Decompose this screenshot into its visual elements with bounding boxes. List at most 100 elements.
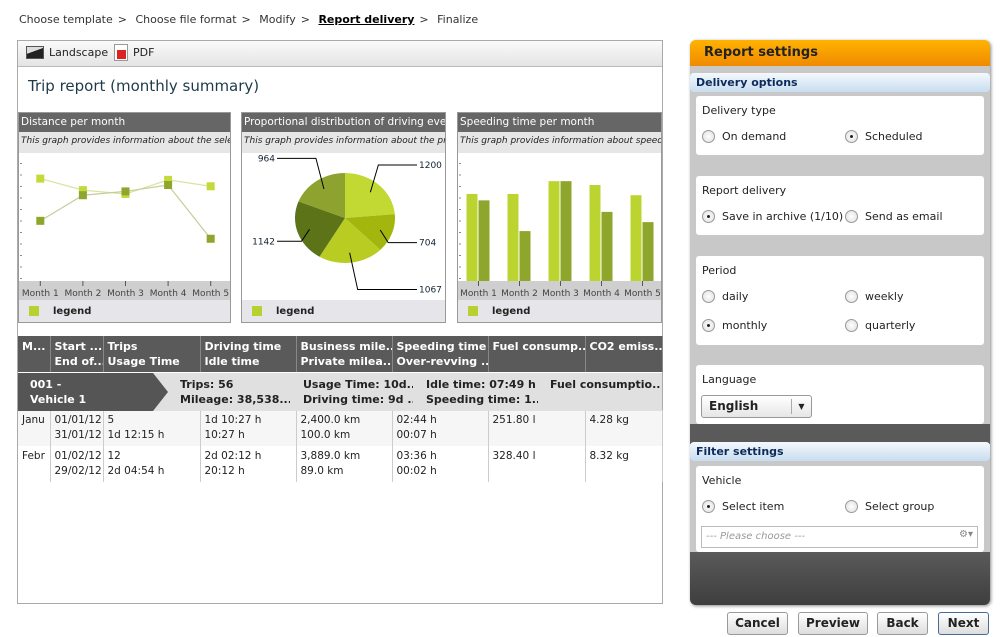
crumb-sep: > <box>117 13 127 26</box>
data-point <box>164 181 173 189</box>
y-tick <box>20 163 22 164</box>
radio-daily[interactable]: daily <box>702 290 748 303</box>
cancel-button[interactable]: Cancel <box>727 612 788 635</box>
group-summary-usage: Usage Time: 10d... Driving time: 9d ... <box>303 377 413 407</box>
radio-label: monthly <box>722 319 768 332</box>
table-row[interactable]: Janu 01/01/12 31/01/12 5 1d 12:15 h 1d 10:27 … <box>18 410 663 446</box>
cell-line: Febr <box>22 450 45 462</box>
vehicle-select[interactable]: --- Please choose --- ⚙▾ <box>701 526 978 548</box>
cell-line: 00:07 h <box>396 429 437 441</box>
radio-select-group[interactable]: Select group <box>845 500 934 513</box>
slice-label: 1142 <box>252 237 275 247</box>
column-header[interactable]: Driving time Idle time <box>200 336 297 372</box>
filter-settings-header[interactable]: Filter settings <box>690 442 990 461</box>
chart-legend: legend <box>19 300 230 322</box>
period-group: Period daily weekly monthly quarterly <box>696 256 984 345</box>
cell-line: 3,889.0 km <box>300 450 361 462</box>
landscape-button[interactable]: Landscape <box>26 46 108 59</box>
summary-line: Fuel consumptio... <box>550 378 660 391</box>
group-label: Language <box>702 373 757 386</box>
column-header[interactable]: M... <box>18 336 51 372</box>
table-cell: 1d 10:27 h 10:27 h <box>200 410 297 446</box>
bar-chart: Month 1 Month 2 Month 3 Month 4 Month 5 <box>458 163 661 301</box>
header-line: End of... <box>54 355 103 368</box>
radio-on-demand[interactable]: On demand <box>702 130 786 143</box>
radio-icon <box>845 500 858 513</box>
pdf-icon <box>114 44 128 61</box>
radio-weekly[interactable]: weekly <box>845 290 903 303</box>
panel-footer <box>690 552 990 605</box>
radio-select-item[interactable]: Select item <box>702 500 784 513</box>
cell-line: 100.0 km <box>300 429 351 441</box>
data-point <box>206 234 215 243</box>
y-tick <box>459 163 461 164</box>
crumb-choose-file-format[interactable]: Choose file format <box>135 13 236 26</box>
y-tick <box>20 197 22 199</box>
radio-icon <box>702 290 715 303</box>
header-line: Start ... <box>54 340 103 353</box>
pdf-button[interactable]: PDF <box>114 44 154 61</box>
next-button[interactable]: Next <box>938 612 989 635</box>
language-select[interactable]: English ▼ <box>701 395 812 418</box>
chevron-down-icon: ▼ <box>791 399 811 414</box>
cell-line: Janu <box>22 414 45 426</box>
crumb-modify[interactable]: Modify <box>259 13 295 26</box>
bar <box>478 200 490 281</box>
radio-label: quarterly <box>865 319 916 332</box>
language-group: Language English ▼ <box>696 365 984 424</box>
table-row[interactable]: Febr 01/02/12 29/02/12 12 2d 04:54 h 2d 02:12… <box>18 446 663 482</box>
group-label: Report delivery <box>702 184 787 197</box>
group-summary-fuel: Fuel consumptio... <box>550 377 660 392</box>
table-cell: 4.28 kg <box>585 410 663 446</box>
radio-label: On demand <box>722 130 787 143</box>
column-header[interactable]: Start ... End of... <box>50 336 104 372</box>
table-cell: 5 1d 12:15 h <box>103 410 201 446</box>
radio-label: Select item <box>722 500 785 513</box>
radio-checked-icon <box>702 500 715 513</box>
y-tick <box>20 232 22 233</box>
crumb-report-delivery: Report delivery <box>318 13 415 26</box>
chart-title: Distance per month <box>19 113 230 132</box>
cell-line: 5 <box>107 414 115 426</box>
y-tick <box>459 197 461 199</box>
column-header[interactable]: Speeding time Over-revving ... <box>392 336 489 372</box>
crumb-sep: > <box>300 13 310 26</box>
table-cell: Janu <box>18 410 51 446</box>
chart-speeding: Speeding time per month This graph provi… <box>457 112 662 323</box>
radio-save-archive[interactable]: Save in archive (1/10) <box>702 210 843 223</box>
table-header: M... Start ... End of... Trips Usage Time Dri… <box>18 336 663 372</box>
radio-label: Save in archive (1/10) <box>722 210 844 223</box>
radio-checked-icon <box>702 210 715 223</box>
column-header[interactable]: Fuel consump... <box>488 336 586 372</box>
header-line: Trips <box>107 340 138 353</box>
table-cell: 12 2d 04:54 h <box>103 446 201 482</box>
crumb-choose-template[interactable]: Choose template <box>19 13 113 26</box>
column-header[interactable]: Business mile... Private milea... <box>296 336 393 372</box>
delivery-options-header[interactable]: Delivery options <box>690 73 990 92</box>
y-tick <box>20 266 22 268</box>
radio-quarterly[interactable]: quarterly <box>845 319 915 332</box>
radio-monthly[interactable]: monthly <box>702 319 767 332</box>
bar <box>507 193 519 281</box>
gear-dropdown-icon[interactable]: ⚙▾ <box>959 529 973 540</box>
cell-line: 02:44 h <box>396 414 437 426</box>
preview-button[interactable]: Preview <box>798 612 868 635</box>
column-header[interactable]: Trips Usage Time <box>103 336 201 372</box>
radio-send-email[interactable]: Send as email <box>845 210 943 223</box>
radio-label: weekly <box>865 290 904 303</box>
chart-title: Speeding time per month <box>458 113 661 132</box>
section-divider <box>690 424 990 444</box>
back-button[interactable]: Back <box>877 612 928 635</box>
radio-scheduled[interactable]: Scheduled <box>845 130 923 143</box>
chart-distance: Distance per month This graph provides i… <box>18 112 231 323</box>
bar <box>642 222 654 281</box>
landscape-icon <box>26 46 44 59</box>
crumb-finalize[interactable]: Finalize <box>437 13 478 26</box>
y-tick <box>459 186 461 187</box>
column-header[interactable]: CO2 emiss... <box>585 336 663 372</box>
x-tick-label: Month 2 <box>501 289 538 299</box>
vehicle-group-row[interactable]: 001 - Vehicle 1 Trips: 56 Mileage: 38,538.… <box>18 373 662 411</box>
crumb-sep: > <box>241 13 251 26</box>
data-point <box>36 174 45 183</box>
cell-line: 01/01/12 <box>54 414 102 426</box>
